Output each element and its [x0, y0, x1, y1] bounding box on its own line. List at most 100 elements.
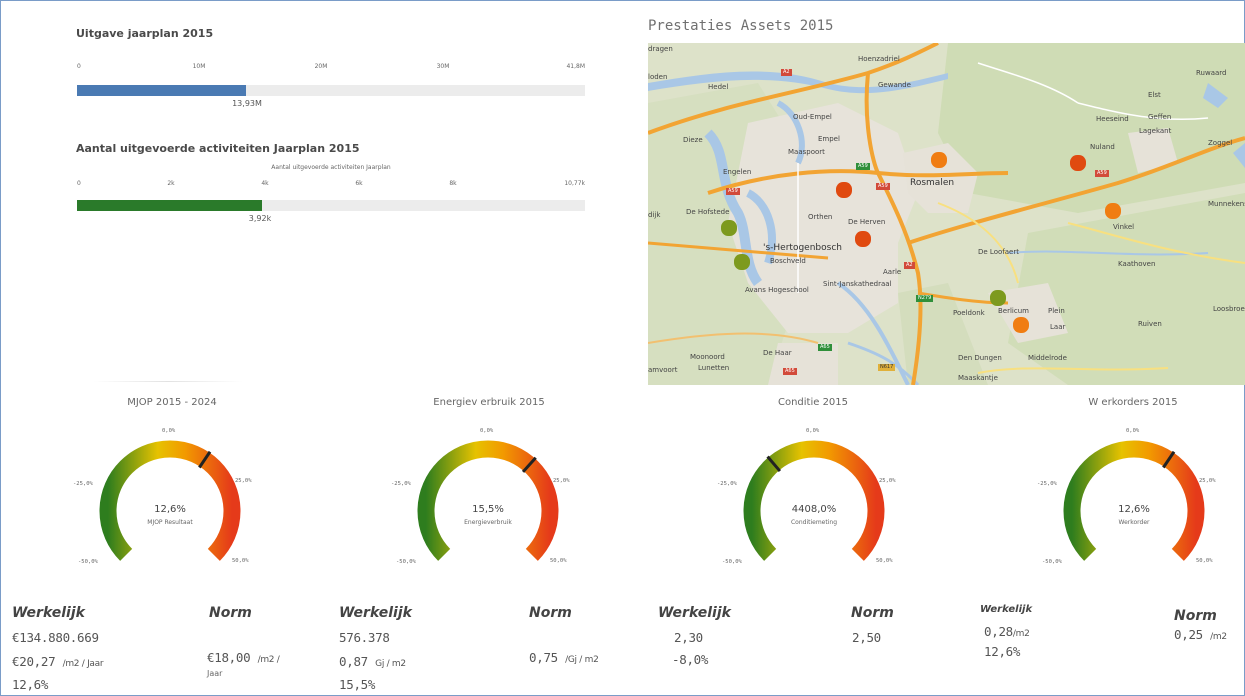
mjop-actual-per-m2: €20,27 /m2 / Jaar	[12, 654, 104, 669]
workorders-actual-heading: Werkelijk	[980, 604, 1033, 615]
map-label: Vinkel	[1113, 223, 1135, 231]
map-label: dragen	[648, 45, 673, 53]
asset-marker[interactable]	[855, 231, 871, 247]
gauge-value: 12,6%	[1118, 504, 1150, 515]
gauge-band	[1063, 440, 1205, 561]
gauge-band	[417, 440, 559, 561]
gauge-value: 4408,0%	[791, 504, 837, 515]
spend-value: 13,93M	[232, 99, 262, 108]
mjop-norm-unit: Jaar	[207, 669, 223, 678]
workorders-norm-value: 0,25 /m2	[1174, 627, 1227, 642]
map-label: De Herven	[848, 218, 886, 226]
road-sign: A2	[781, 69, 792, 76]
condition-actual-heading: Werkelijk	[658, 605, 731, 621]
spend-tick: 20M	[314, 63, 328, 70]
gauge-arc	[1063, 440, 1205, 561]
map-label: Loosbroek	[1213, 305, 1245, 313]
map-view[interactable]: dragen loden Hoenzadriel Gewande Hedel O…	[648, 43, 1245, 385]
spend-title: Uitgave jaarplan 2015	[76, 27, 214, 40]
gauge-value: 15,5%	[472, 504, 504, 515]
gauge-tick-label: -25,0%	[717, 481, 737, 487]
road-sign: A2	[904, 262, 915, 269]
condition-actual-percent: -8,0%	[672, 652, 709, 667]
road-sign: A59	[856, 163, 870, 170]
map-label: amvoort	[648, 366, 678, 374]
energy-norm-heading: Norm	[529, 605, 572, 621]
map-label: Geffen	[1148, 113, 1172, 121]
map-label: Middelrode	[1028, 354, 1067, 362]
gauge-tick-label: 25,0%	[1199, 478, 1216, 484]
condition-norm-value: 2,50	[852, 630, 881, 645]
gauge-title: W erkorders 2015	[1088, 397, 1178, 408]
mjop-actual-percent: 12,6%	[12, 677, 49, 692]
map-label: Gewande	[878, 81, 911, 89]
asset-marker[interactable]	[1105, 203, 1121, 219]
map-label: dijk	[648, 211, 661, 219]
gauge-title: Conditie 2015	[777, 397, 849, 408]
gauge-value: 12,6%	[154, 504, 186, 515]
gauge-tick-label: 25,0%	[879, 478, 896, 484]
road-sign: A65	[818, 344, 832, 351]
mjop-norm-value: €18,00 /m2 /	[207, 650, 280, 665]
gauge-tick-label: -50,0%	[1042, 559, 1062, 565]
gauge-label: MJOP Resultaat	[147, 519, 193, 526]
spend-tick: 41,8M	[566, 63, 585, 70]
gauge-tick-label: 0,0%	[1126, 428, 1140, 434]
gauge-tick-label: -25,0%	[73, 481, 93, 487]
gauge-tick-label: 50,0%	[1196, 558, 1213, 564]
asset-marker[interactable]	[1070, 155, 1086, 171]
gauge-tick-label: 25,0%	[553, 478, 570, 484]
condition-actual-value: 2,30	[674, 630, 703, 645]
condition-norm-heading: Norm	[851, 605, 894, 621]
map-label: De Hofstede	[686, 208, 730, 216]
map-label: Moonoord	[690, 353, 725, 361]
asset-marker[interactable]	[931, 152, 947, 168]
gauge-tick-label: 50,0%	[550, 558, 567, 564]
map-label: Lagekant	[1139, 127, 1172, 135]
energy-actual-heading: Werkelijk	[339, 605, 412, 621]
gauge-label: Energieverbruik	[464, 519, 512, 526]
map-label: Berlicum	[998, 307, 1029, 315]
workorders-norm-heading: Norm	[1174, 608, 1217, 624]
map-label: Nuland	[1090, 143, 1115, 151]
activities-tick: 8k	[449, 180, 457, 187]
map-label: Lunetten	[698, 364, 730, 372]
activities-tick: 6k	[355, 180, 363, 187]
map-label: Ruiven	[1138, 320, 1162, 328]
spend-tick: 0	[77, 63, 81, 70]
map-label: Elst	[1148, 91, 1161, 99]
map-label: Ruwaard	[1196, 69, 1227, 77]
energy-actual-per-m2: 0,87 Gj / m2	[339, 654, 406, 669]
road-sign: A59	[876, 183, 890, 190]
map-label: Maaskantje	[958, 374, 998, 382]
activities-title: Aantal uitgevoerde activiteiten Jaarplan…	[76, 142, 360, 155]
energy-gauge: 0,0% -25,0% 25,0% -50,0% 50,0% 15,5% Energieve…	[388, 416, 588, 581]
mjop-gauge: 0,0% -25,0% 25,0% -50,0% 50,0% 12,6% MJOP Resu…	[70, 416, 270, 581]
gauge-label: Werkorder	[1118, 519, 1150, 526]
gauge-tick-label: 0,0%	[806, 428, 820, 434]
map-label: Boschveld	[770, 257, 806, 265]
road-sign: A59	[1095, 170, 1109, 177]
road-sign: A65	[783, 368, 797, 375]
map-label: Hedel	[708, 83, 729, 91]
map-label: De Loofaert	[978, 248, 1019, 256]
energy-norm-value: 0,75 /Gj / m2	[529, 650, 599, 665]
asset-marker[interactable]	[990, 290, 1006, 306]
map-label: Hoenzadriel	[858, 55, 900, 63]
gauge-tick-label: -50,0%	[396, 559, 416, 565]
asset-marker[interactable]	[734, 254, 750, 270]
asset-marker[interactable]	[1013, 317, 1029, 333]
map-label: Plein	[1048, 307, 1065, 315]
asset-marker[interactable]	[721, 220, 737, 236]
map-label: Dieze	[683, 136, 703, 144]
map-label: Oud-Empel	[793, 113, 832, 121]
gauge-tick-label: -50,0%	[722, 559, 742, 565]
gauge-tick-label: -25,0%	[1037, 481, 1057, 487]
workorders-actual-percent: 12,6%	[984, 644, 1021, 659]
asset-marker[interactable]	[836, 182, 852, 198]
road-sign: N279	[916, 295, 934, 302]
activities-tick: 4k	[261, 180, 269, 187]
gauge-tick-label: 0,0%	[480, 428, 494, 434]
map-label: loden	[648, 73, 668, 81]
road-sign: A59	[726, 188, 740, 195]
